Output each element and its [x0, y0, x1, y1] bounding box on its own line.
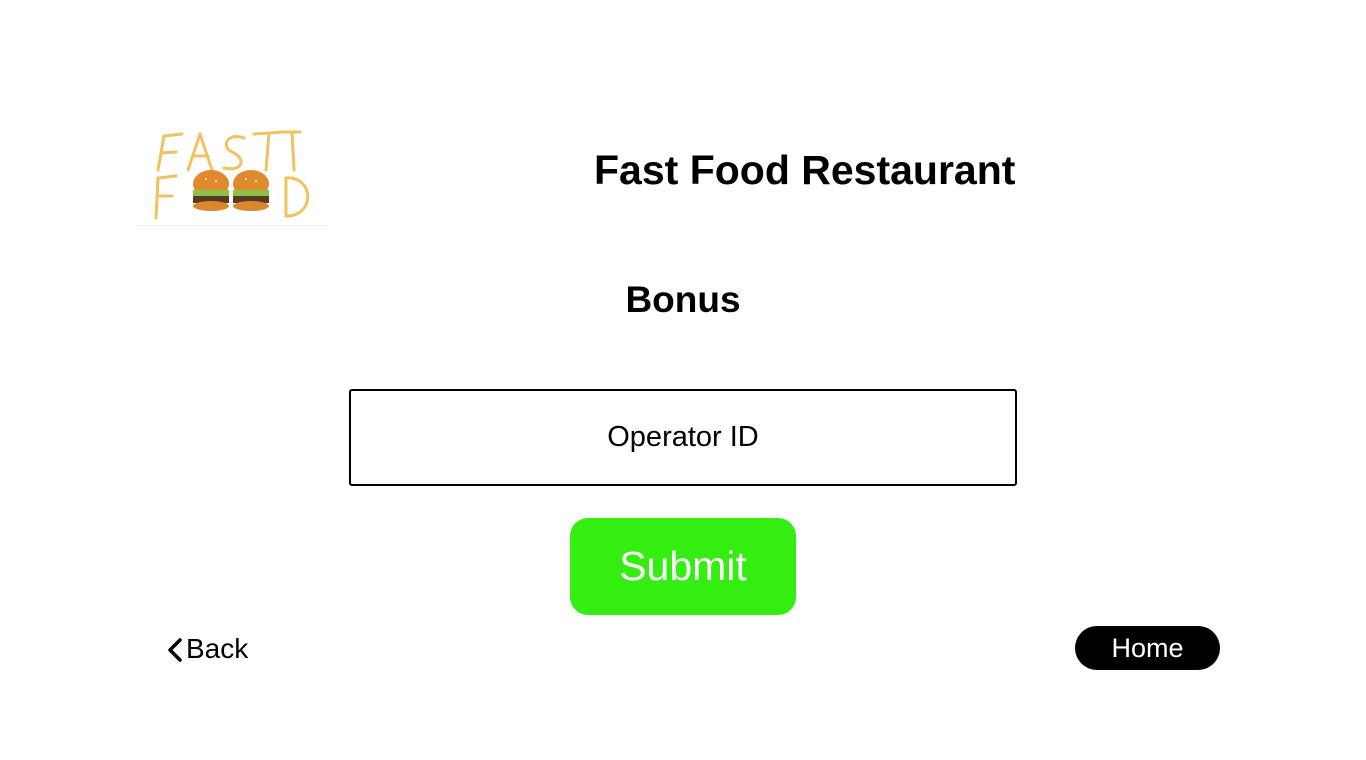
operator-id-input[interactable]: [351, 391, 1015, 484]
operator-id-field[interactable]: [349, 389, 1017, 486]
app-title: Fast Food Restaurant: [594, 147, 1016, 193]
bonus-screen: Fast Food Restaurant Bonus Submit Back H…: [0, 0, 1366, 760]
back-label: Back: [186, 633, 249, 664]
chevron-left-icon: [166, 637, 184, 662]
back-button[interactable]: Back: [166, 630, 248, 668]
fast-food-logo: [136, 126, 329, 226]
page-title: Bonus: [625, 279, 741, 320]
submit-button[interactable]: Submit: [570, 518, 796, 615]
home-button[interactable]: Home: [1075, 626, 1220, 670]
